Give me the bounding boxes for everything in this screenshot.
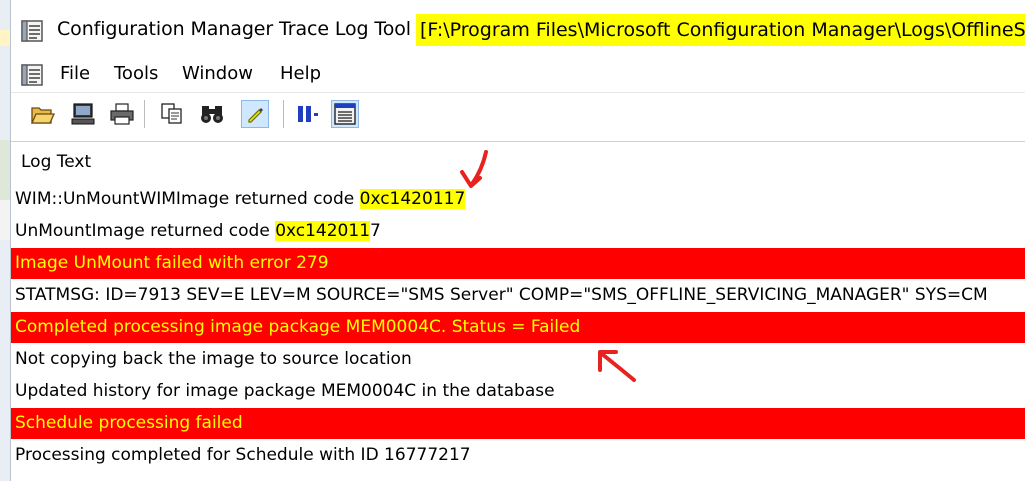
log-row-text: STATMSG: ID=7913 SEV=E LEV=M SOURCE="SMS… [15, 285, 988, 305]
find-binoculars-icon [201, 106, 223, 123]
log-row[interactable]: UnMountImage returned code 0xc1420117 [11, 216, 1025, 247]
computer-button[interactable] [69, 100, 97, 128]
background-strip [0, 200, 10, 240]
log-row[interactable]: WIM::UnMountWIMImage returned code 0xc14… [11, 184, 1025, 215]
log-row-text: WIM::UnMountWIMImage returned code [15, 189, 360, 209]
pause-icon [298, 106, 318, 122]
open-folder-icon [31, 107, 55, 124]
highlight-icon [248, 108, 263, 123]
copy-button[interactable] [158, 100, 186, 128]
trace-log-window: Configuration Manager Trace Log Tool - [… [11, 0, 1025, 481]
log-row-text: Updated history for image package MEM000… [15, 381, 555, 401]
log-row[interactable]: Processing completed for Schedule with I… [11, 440, 1025, 471]
log-row-error[interactable]: Completed processing image package MEM00… [11, 312, 1025, 343]
print-button[interactable] [108, 100, 136, 128]
pause-button[interactable] [294, 100, 322, 128]
log-row-text: 7 [370, 221, 381, 241]
menu-tools[interactable]: Tools [112, 63, 160, 84]
window-title: Configuration Manager Trace Log Tool - [57, 18, 424, 40]
menu-help[interactable]: Help [278, 63, 323, 84]
toolbar-separator [144, 100, 145, 128]
log-text-column-header[interactable]: Log Text [21, 152, 91, 172]
log-row-error[interactable]: Schedule processing failed [11, 408, 1025, 439]
log-row-text: Schedule processing failed [15, 413, 243, 433]
document-menu-icon[interactable] [21, 64, 43, 86]
printer-icon [110, 103, 134, 125]
background-strip [0, 30, 10, 46]
menu-window[interactable]: Window [180, 63, 255, 84]
log-row-text: Processing completed for Schedule with I… [15, 445, 471, 465]
highlight-button[interactable] [241, 100, 269, 128]
error-code-highlight: 0xc1420117 [359, 189, 466, 209]
toolbar-separator [283, 100, 284, 128]
copy-icon [161, 103, 182, 124]
error-code-highlight: 0xc142011 [275, 221, 371, 241]
app-icon [21, 20, 43, 42]
background-strip [0, 140, 10, 200]
background-window-edge [0, 0, 11, 481]
log-view-button[interactable] [331, 100, 359, 128]
log-row-error[interactable]: Image UnMount failed with error 279 [11, 248, 1025, 279]
computer-icon [71, 103, 95, 125]
log-row-text: Not copying back the image to source loc… [15, 349, 412, 369]
log-view-icon [334, 103, 356, 125]
log-row[interactable]: Not copying back the image to source loc… [11, 344, 1025, 375]
log-row[interactable]: STATMSG: ID=7913 SEV=E LEV=M SOURCE="SMS… [11, 280, 1025, 311]
menu-bar [11, 58, 1025, 90]
window-title-path: [F:\Program Files\Microsoft Configuratio… [416, 14, 1025, 46]
menu-file[interactable]: File [58, 63, 92, 84]
open-button[interactable] [29, 100, 57, 128]
log-row[interactable]: Updated history for image package MEM000… [11, 376, 1025, 407]
log-row-text: UnMountImage returned code [15, 221, 276, 241]
log-row-text: Completed processing image package MEM00… [15, 317, 581, 337]
find-button[interactable] [198, 100, 226, 128]
log-row-text: Image UnMount failed with error 279 [15, 253, 329, 273]
